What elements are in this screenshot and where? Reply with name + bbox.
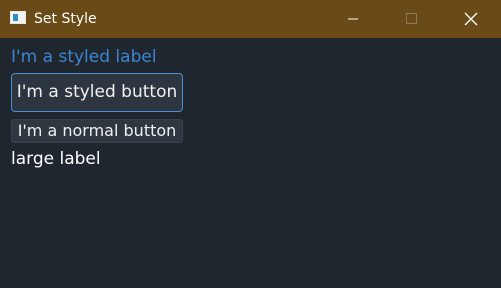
minimize-button[interactable] — [330, 0, 376, 38]
title-bar[interactable]: Set Style — [0, 0, 501, 38]
minimize-icon — [348, 18, 358, 20]
content-area: I'm a styled label I'm a styled button I… — [0, 38, 501, 288]
close-icon — [464, 12, 478, 26]
normal-button[interactable]: I'm a normal button — [11, 119, 183, 143]
maximize-button[interactable] — [388, 0, 434, 38]
app-window: Set Style I'm a styled label I'm a style… — [0, 0, 501, 288]
close-button[interactable] — [446, 0, 492, 38]
maximize-icon — [406, 13, 417, 24]
styled-label: I'm a styled label — [11, 47, 157, 67]
styled-button[interactable]: I'm a styled button — [11, 73, 183, 112]
window-title: Set Style — [34, 11, 97, 27]
large-label: large label — [11, 149, 101, 169]
app-window-icon — [10, 11, 26, 24]
